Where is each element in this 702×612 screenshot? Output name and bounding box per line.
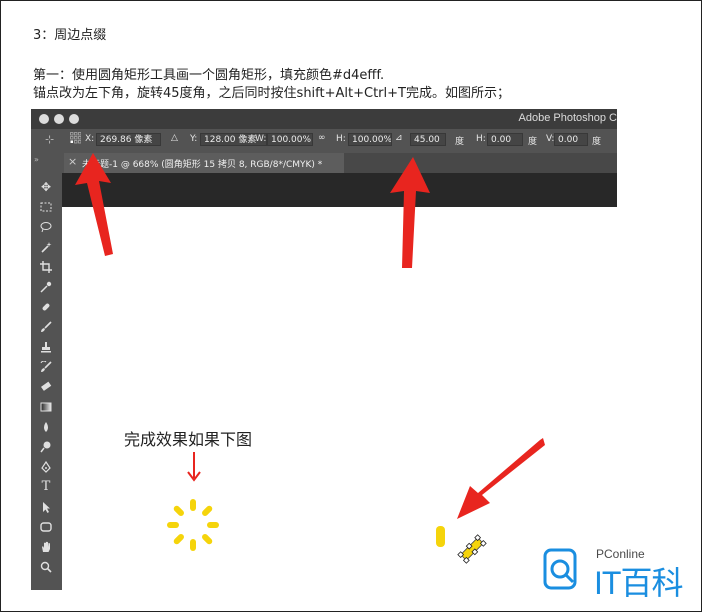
rotation-angle-field[interactable]: 45.00 bbox=[410, 133, 446, 146]
tools-panel: ✥ T bbox=[31, 173, 62, 590]
dodge-tool-icon[interactable] bbox=[35, 438, 57, 456]
link-proportions-icon[interactable]: ∞ bbox=[318, 133, 326, 143]
gradient-tool-icon[interactable] bbox=[35, 398, 57, 416]
lasso-tool-icon[interactable] bbox=[35, 218, 57, 236]
path-select-tool-icon[interactable] bbox=[35, 498, 57, 516]
document-tab[interactable]: × 未标题-1 @ 668% (圆角矩形 15 拷贝 8, RGB/8*/CMY… bbox=[64, 153, 344, 173]
type-tool-icon[interactable]: T bbox=[35, 478, 57, 496]
close-window-button[interactable] bbox=[39, 114, 49, 124]
step-line: 第一：使用圆角矩形工具画一个圆角矩形，填充颜色#d4efff. bbox=[33, 68, 385, 83]
hand-tool-icon[interactable] bbox=[35, 538, 57, 556]
y-label: Y: bbox=[190, 134, 198, 144]
reference-point-locator-icon[interactable] bbox=[70, 132, 82, 144]
maximize-window-button[interactable] bbox=[69, 114, 79, 124]
sunburst-result-icon bbox=[167, 499, 219, 551]
transformed-rounded-rect-shape[interactable] bbox=[422, 513, 502, 583]
rotate-angle-icon: ⊿ bbox=[395, 133, 403, 143]
crop-tool-icon[interactable] bbox=[35, 258, 57, 276]
magic-wand-tool-icon[interactable] bbox=[35, 238, 57, 256]
brush-tool-icon[interactable] bbox=[35, 318, 57, 336]
watermark-brand: IT百科 bbox=[594, 565, 683, 601]
relative-position-icon[interactable]: △ bbox=[171, 133, 178, 143]
vertical-skew-field[interactable]: 0.00 bbox=[554, 133, 588, 146]
photoshop-titlebar: Adobe Photoshop C bbox=[31, 109, 617, 129]
x-position-field[interactable]: 269.86 像素 bbox=[96, 133, 161, 146]
eraser-tool-icon[interactable] bbox=[35, 378, 57, 396]
height-scale-field[interactable]: 100.00% bbox=[348, 133, 392, 146]
pconline-logo-icon bbox=[543, 548, 577, 590]
h-skew-unit: 度 bbox=[528, 137, 538, 147]
stamp-tool-icon[interactable] bbox=[35, 338, 57, 356]
instruction-line: 锚点改为左下角，旋转45度角，之后同时按住shift+Alt+Ctrl+T完成。… bbox=[33, 86, 510, 101]
panel-collapse-icon[interactable]: » bbox=[34, 155, 39, 164]
marquee-tool-icon[interactable] bbox=[35, 198, 57, 216]
tool-preset-icon[interactable]: ⊹ bbox=[45, 133, 54, 146]
x-label: X: bbox=[85, 134, 95, 144]
result-caption: 完成效果如果下图 bbox=[124, 430, 253, 449]
document-tab-bar: » × 未标题-1 @ 668% (圆角矩形 15 拷贝 8, RGB/8*/C… bbox=[31, 153, 617, 173]
healing-tool-icon[interactable] bbox=[35, 298, 57, 316]
tabbar-spacer: » bbox=[31, 153, 64, 173]
h-skew-label: H: bbox=[476, 134, 486, 144]
horizontal-skew-field[interactable]: 0.00 bbox=[487, 133, 523, 146]
tab-close-icon[interactable]: × bbox=[68, 155, 77, 168]
zoom-tool-icon[interactable] bbox=[35, 558, 57, 576]
app-title: Adobe Photoshop C bbox=[518, 112, 617, 124]
h-label: H: bbox=[336, 134, 346, 144]
blur-tool-icon[interactable] bbox=[35, 418, 57, 436]
transform-options-bar: ⊹ X: 269.86 像素 △ Y: 128.00 像素 W: 100.00%… bbox=[31, 129, 617, 153]
document-canvas[interactable] bbox=[62, 207, 617, 590]
photoshop-screenshot: Adobe Photoshop C ⊹ X: 269.86 像素 △ Y: 12… bbox=[31, 109, 617, 590]
canvas-pasteboard bbox=[62, 173, 617, 207]
eyedropper-tool-icon[interactable] bbox=[35, 278, 57, 296]
angle-unit: 度 bbox=[455, 137, 465, 147]
w-label: W: bbox=[255, 134, 267, 144]
pen-tool-icon[interactable] bbox=[35, 458, 57, 476]
document-tab-label: 未标题-1 @ 668% (圆角矩形 15 拷贝 8, RGB/8*/CMYK)… bbox=[82, 160, 323, 170]
v-skew-unit: 度 bbox=[592, 137, 602, 147]
section-heading: 3：周边点缀 bbox=[33, 28, 107, 43]
shape-tool-icon[interactable] bbox=[35, 518, 57, 536]
history-brush-tool-icon[interactable] bbox=[35, 358, 57, 376]
width-scale-field[interactable]: 100.00% bbox=[267, 133, 313, 146]
down-arrow-icon bbox=[187, 452, 201, 482]
move-tool-icon[interactable]: ✥ bbox=[35, 178, 57, 196]
minimize-window-button[interactable] bbox=[54, 114, 64, 124]
